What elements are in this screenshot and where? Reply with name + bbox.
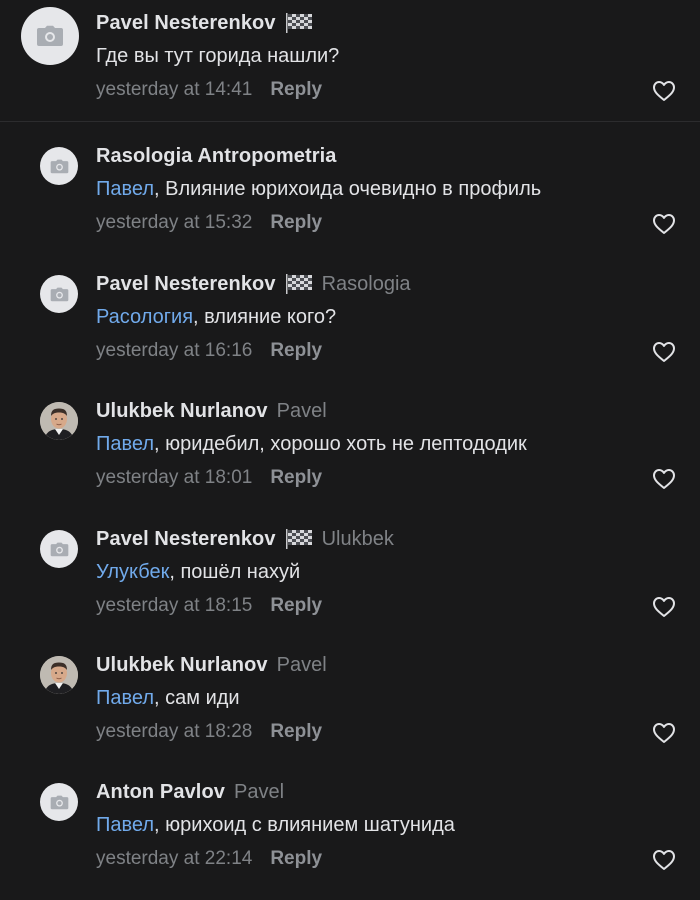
- comment-header: Pavel Nesterenkov: [96, 10, 313, 36]
- mention-link[interactable]: Расология: [96, 306, 193, 328]
- reply-button[interactable]: Reply: [270, 848, 322, 870]
- comment-header: Ulukbek Nurlanov Pavel: [96, 652, 327, 678]
- comment-header: Anton Pavlov Pavel: [96, 779, 284, 805]
- reply-button[interactable]: Reply: [270, 340, 322, 362]
- timestamp[interactable]: yesterday at 16:16: [96, 340, 252, 362]
- avatar[interactable]: [40, 783, 78, 821]
- author-name[interactable]: Rasologia Antropometria: [96, 145, 336, 168]
- timestamp[interactable]: yesterday at 18:15: [96, 595, 252, 617]
- mention-link[interactable]: Павел: [96, 814, 154, 836]
- comment-header: Rasologia Antropometria: [96, 143, 336, 169]
- camera-icon: [50, 159, 68, 173]
- timestamp[interactable]: yesterday at 18:01: [96, 467, 252, 489]
- comment-text: Улукбек, пошёл нахуй: [96, 561, 300, 584]
- avatar[interactable]: [40, 402, 78, 440]
- reply-to-label[interactable]: Rasologia: [322, 273, 411, 296]
- comment-text: Где вы тут горида нашли?: [96, 45, 339, 68]
- comment-header: Pavel Nesterenkov Ulukbek: [96, 526, 394, 552]
- reply-to-label[interactable]: Pavel: [277, 400, 327, 423]
- avatar[interactable]: [40, 530, 78, 568]
- checkered-flag-icon: [285, 13, 312, 33]
- author-name[interactable]: Anton Pavlov: [96, 781, 225, 804]
- reply-button[interactable]: Reply: [270, 595, 322, 617]
- comment-meta: yesterday at 14:41 Reply: [96, 79, 322, 101]
- reply-button[interactable]: Reply: [270, 467, 322, 489]
- comment-meta: yesterday at 18:28 Reply: [96, 721, 322, 743]
- reply-button[interactable]: Reply: [270, 721, 322, 743]
- comment-meta: yesterday at 16:16 Reply: [96, 340, 322, 362]
- reply-to-label[interactable]: Ulukbek: [322, 528, 394, 551]
- mention-link[interactable]: Павел: [96, 687, 154, 709]
- author-name[interactable]: Pavel Nesterenkov: [96, 528, 276, 551]
- heart-outline-icon[interactable]: [652, 722, 676, 744]
- camera-icon: [50, 542, 68, 556]
- heart-outline-icon[interactable]: [652, 80, 676, 102]
- comment-meta: yesterday at 22:14 Reply: [96, 848, 322, 870]
- comment-text: Павел, сам иди: [96, 687, 240, 710]
- comment-text: Павел, юрихоид с влиянием шатунида: [96, 814, 455, 837]
- comment-body: , влияние кого?: [193, 306, 337, 328]
- comment-body: Где вы тут горида нашли?: [96, 45, 340, 67]
- comment-text: Расология, влияние кого?: [96, 306, 336, 329]
- user-photo-icon: [40, 402, 78, 440]
- comment-body: , сам иди: [154, 687, 240, 709]
- comment-body: , пошёл нахуй: [169, 561, 301, 583]
- mention-link[interactable]: Улукбек: [96, 561, 169, 583]
- heart-outline-icon[interactable]: [652, 596, 676, 618]
- comment-meta: yesterday at 18:15 Reply: [96, 595, 322, 617]
- comment-meta: yesterday at 15:32 Reply: [96, 212, 322, 234]
- avatar[interactable]: [40, 275, 78, 313]
- checkered-flag-icon: [285, 274, 312, 294]
- divider: [0, 121, 700, 122]
- comment-body: , юрихоид с влиянием шатунида: [154, 814, 455, 836]
- comment-header: Ulukbek Nurlanov Pavel: [96, 398, 327, 424]
- heart-outline-icon[interactable]: [652, 849, 676, 871]
- reply-to-label[interactable]: Pavel: [277, 654, 327, 677]
- mention-link[interactable]: Павел: [96, 178, 154, 200]
- reply-to-label[interactable]: Pavel: [234, 781, 284, 804]
- timestamp[interactable]: yesterday at 15:32: [96, 212, 252, 234]
- avatar[interactable]: [40, 656, 78, 694]
- author-name[interactable]: Ulukbek Nurlanov: [96, 654, 268, 677]
- camera-icon: [50, 795, 68, 809]
- user-photo-icon: [40, 656, 78, 694]
- comment-text: Павел, Влияние юрихоида очевидно в профи…: [96, 178, 541, 201]
- comment-body: , юридебил, хорошо хоть не лептододик: [154, 433, 527, 455]
- reply-button[interactable]: Reply: [270, 212, 322, 234]
- author-name[interactable]: Pavel Nesterenkov: [96, 12, 276, 35]
- heart-outline-icon[interactable]: [652, 468, 676, 490]
- checkered-flag-icon: [285, 529, 312, 549]
- timestamp[interactable]: yesterday at 18:28: [96, 721, 252, 743]
- avatar[interactable]: [40, 147, 78, 185]
- author-name[interactable]: Pavel Nesterenkov: [96, 273, 276, 296]
- reply-button[interactable]: Reply: [270, 79, 322, 101]
- comment-text: Павел, юридебил, хорошо хоть не лептодод…: [96, 433, 527, 456]
- avatar[interactable]: [21, 7, 79, 65]
- heart-outline-icon[interactable]: [652, 213, 676, 235]
- mention-link[interactable]: Павел: [96, 433, 154, 455]
- comment-meta: yesterday at 18:01 Reply: [96, 467, 322, 489]
- camera-icon: [37, 25, 63, 46]
- comment-body: , Влияние юрихоида очевидно в профиль: [154, 178, 542, 200]
- author-name[interactable]: Ulukbek Nurlanov: [96, 400, 268, 423]
- timestamp[interactable]: yesterday at 14:41: [96, 79, 252, 101]
- heart-outline-icon[interactable]: [652, 341, 676, 363]
- timestamp[interactable]: yesterday at 22:14: [96, 848, 252, 870]
- comment-header: Pavel Nesterenkov Rasologia: [96, 271, 411, 297]
- camera-icon: [50, 287, 68, 301]
